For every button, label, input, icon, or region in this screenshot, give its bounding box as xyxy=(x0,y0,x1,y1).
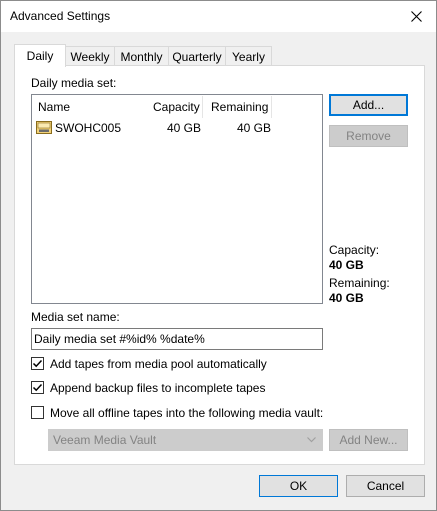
tab-yearly[interactable]: Yearly xyxy=(225,46,272,66)
window-title: Advanced Settings xyxy=(10,9,111,23)
checkmark-icon xyxy=(32,383,43,392)
tab-weekly-label: Weekly xyxy=(70,49,110,64)
media-vault-select-value: Veeam Media Vault xyxy=(53,433,157,447)
add-new-button[interactable]: Add New... xyxy=(329,429,408,451)
add-button-label: Add... xyxy=(352,98,385,112)
media-set-name-input[interactable]: Daily media set #%id% %date% xyxy=(31,328,323,350)
title-bar: Advanced Settings xyxy=(1,1,436,32)
tab-daily[interactable]: Daily xyxy=(14,44,66,67)
tape-name: SWOHC005 xyxy=(55,121,122,135)
tab-quarterly-label: Quarterly xyxy=(172,49,222,64)
tab-monthly-label: Monthly xyxy=(120,49,163,64)
cancel-button-label: Cancel xyxy=(366,479,405,493)
remove-button[interactable]: Remove xyxy=(329,125,408,147)
media-vault-select[interactable]: Veeam Media Vault xyxy=(48,429,323,451)
tape-capacity: 40 GB xyxy=(167,121,202,135)
tape-remaining: 40 GB xyxy=(237,121,272,135)
daily-media-set-label: Daily media set: xyxy=(31,76,117,90)
media-set-list[interactable]: Name Capacity Remaining SWOHC005 40 GB 4… xyxy=(31,94,323,304)
advanced-settings-dialog: Advanced Settings Daily Weekly Monthly Q… xyxy=(0,0,437,511)
tape-icon xyxy=(36,121,52,137)
remaining-label: Remaining: xyxy=(329,276,390,290)
ok-button[interactable]: OK xyxy=(259,475,338,497)
tab-daily-label: Daily xyxy=(26,49,54,63)
tab-quarterly[interactable]: Quarterly xyxy=(168,46,226,66)
column-header-capacity[interactable]: Capacity xyxy=(153,95,200,119)
remaining-value: 40 GB xyxy=(329,291,364,305)
move-offline-label[interactable]: Move all offline tapes into the followin… xyxy=(50,406,323,420)
close-button[interactable] xyxy=(396,1,436,32)
column-header-name[interactable]: Name xyxy=(38,95,70,119)
capacity-label: Capacity: xyxy=(329,243,380,257)
ok-button-label: OK xyxy=(289,479,308,493)
column-divider[interactable] xyxy=(202,96,203,118)
add-tapes-checkbox[interactable] xyxy=(31,357,44,370)
remove-button-label: Remove xyxy=(346,129,391,143)
add-new-button-label: Add New... xyxy=(339,433,398,447)
column-divider[interactable] xyxy=(271,96,272,118)
chevron-down-icon xyxy=(307,437,316,443)
cancel-button[interactable]: Cancel xyxy=(346,475,425,497)
tab-monthly[interactable]: Monthly xyxy=(114,46,169,66)
checkmark-icon xyxy=(32,359,43,368)
add-button[interactable]: Add... xyxy=(329,94,408,116)
media-set-name-label: Media set name: xyxy=(31,310,120,324)
append-backup-checkbox[interactable] xyxy=(31,381,44,394)
table-row[interactable]: SWOHC005 40 GB 40 GB xyxy=(34,119,320,137)
list-header: Name Capacity Remaining xyxy=(32,95,322,119)
close-icon xyxy=(410,11,422,22)
add-tapes-label[interactable]: Add tapes from media pool automatically xyxy=(50,357,267,371)
tab-weekly[interactable]: Weekly xyxy=(65,46,115,66)
move-offline-checkbox[interactable] xyxy=(31,406,44,419)
capacity-value: 40 GB xyxy=(329,258,364,272)
tab-yearly-label: Yearly xyxy=(232,49,265,64)
append-backup-label[interactable]: Append backup files to incomplete tapes xyxy=(50,381,265,395)
column-header-remaining[interactable]: Remaining xyxy=(211,95,268,119)
